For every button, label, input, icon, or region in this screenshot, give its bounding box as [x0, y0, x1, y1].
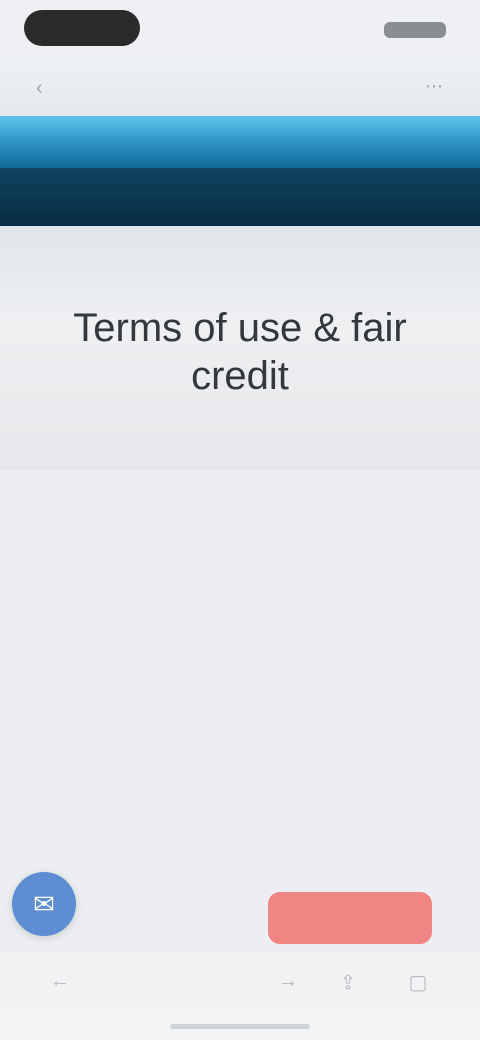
tabs-icon[interactable]: ▢: [400, 970, 436, 994]
chevron-left-icon[interactable]: ‹: [36, 78, 62, 98]
home-indicator: [170, 1024, 310, 1029]
site-nav: [0, 168, 480, 226]
forward-icon[interactable]: →: [270, 970, 306, 994]
meta-line: [50, 544, 210, 562]
page-title: Terms of use & fair credit: [73, 306, 407, 398]
status-pill: [24, 10, 140, 46]
nav-right-label[interactable]: [384, 188, 452, 206]
back-icon[interactable]: ←: [42, 970, 78, 994]
browser-bar: ‹ ⋯: [0, 60, 480, 116]
share-icon[interactable]: ⇪: [330, 970, 366, 994]
chat-button[interactable]: ✉: [12, 872, 76, 936]
status-indicators: [384, 22, 446, 38]
nav-label[interactable]: [24, 186, 180, 208]
browser-toolbar: ← → ⇪ ▢: [0, 952, 480, 1040]
status-bar: [0, 0, 480, 60]
menu-icon[interactable]: ⋯: [420, 76, 448, 100]
site-header: [0, 116, 480, 168]
cta-button[interactable]: [268, 892, 432, 944]
chat-icon: ✉: [33, 888, 55, 919]
hero: Terms of use & fair credit: [0, 226, 480, 470]
browser-title: [160, 78, 320, 98]
